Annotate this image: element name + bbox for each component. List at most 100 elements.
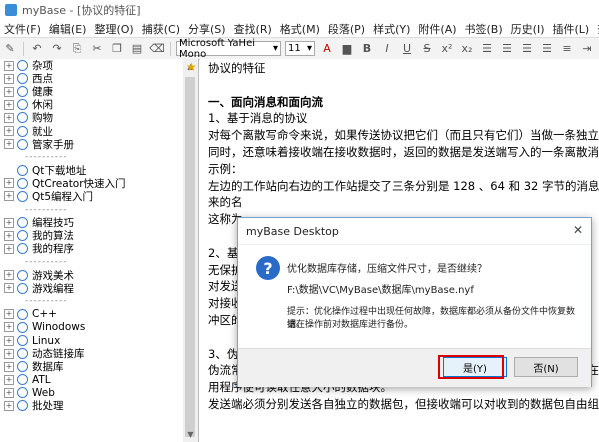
tree-item[interactable]: ---------- <box>0 255 183 268</box>
expand-icon[interactable]: + <box>4 400 14 411</box>
expand-icon[interactable]: + <box>4 361 14 372</box>
menu-item[interactable]: 查看(V) <box>593 21 599 37</box>
font-size-select[interactable]: 11 ▾ <box>285 41 315 56</box>
tree-item[interactable]: + 就业 <box>0 124 183 138</box>
tree-item[interactable]: + Linux <box>0 334 183 347</box>
align-right-icon[interactable]: ☰ <box>520 42 534 56</box>
tree-item[interactable]: + 批处理 <box>0 399 183 412</box>
expand-icon[interactable]: + <box>4 270 14 281</box>
superscript-icon[interactable]: x² <box>440 42 454 56</box>
menu-item[interactable]: 插件(L) <box>548 21 593 37</box>
tree-item[interactable]: + 管家手册 <box>0 138 183 151</box>
tree-item[interactable]: + Winodows <box>0 321 183 334</box>
undo-icon[interactable]: ↶ <box>30 42 44 56</box>
font-color-icon[interactable]: A <box>320 42 334 56</box>
italic-icon[interactable]: I <box>380 42 394 56</box>
indent-icon[interactable]: ⇥ <box>580 42 594 56</box>
menu-item[interactable]: 样式(Y) <box>369 21 414 37</box>
dialog-footer: 是(Y) 否(N) <box>238 348 591 387</box>
dialog-question: 优化数据库存储，压缩文件尺寸，是否继续？ <box>287 264 487 275</box>
strikethrough-icon[interactable]: S <box>420 42 434 56</box>
scroll-down-icon[interactable]: ▼ <box>183 427 198 442</box>
menu-item[interactable]: 书签(B) <box>461 21 507 37</box>
tree-scrollbar[interactable]: ▲ ▼ <box>183 59 199 442</box>
expand-icon[interactable]: + <box>4 335 14 346</box>
bold-icon[interactable]: B <box>360 42 374 56</box>
tree-item[interactable]: + ATL <box>0 373 183 386</box>
subscript-icon[interactable]: x₂ <box>460 42 474 56</box>
menu-item[interactable]: 文件(F) <box>0 21 45 37</box>
confirm-dialog: myBase Desktop ✕ ? 优化数据库存储，压缩文件尺寸，是否继续？ … <box>237 217 592 387</box>
tree-item[interactable]: + 编程技巧 <box>0 216 183 229</box>
close-icon[interactable]: ✕ <box>571 223 585 237</box>
tree-item[interactable]: ---------- <box>0 203 183 216</box>
expand-icon[interactable]: + <box>4 126 14 137</box>
tree-item[interactable]: + 游戏美术 <box>0 269 183 282</box>
expand-icon[interactable]: + <box>4 348 14 359</box>
tree-separator: ---------- <box>25 204 68 215</box>
tree-item[interactable]: + 动态链接库 <box>0 347 183 360</box>
font-select[interactable]: Microsoft YaHei Mono ▾ <box>176 38 281 59</box>
expand-icon[interactable]: + <box>4 178 14 189</box>
expand-icon[interactable]: + <box>4 283 14 294</box>
menu-item[interactable]: 编辑(E) <box>45 21 91 37</box>
expand-icon[interactable]: + <box>4 309 14 320</box>
expand-icon[interactable]: + <box>4 60 14 71</box>
copy-icon[interactable]: ❐ <box>110 42 124 56</box>
expand-icon[interactable]: + <box>4 112 14 123</box>
tree-item[interactable]: + C++ <box>0 308 183 321</box>
expand-icon[interactable]: + <box>4 73 14 84</box>
scrollbar-thumb[interactable] <box>185 77 195 437</box>
tree-item[interactable]: + 数据库 <box>0 360 183 373</box>
expand-icon[interactable]: + <box>4 374 14 385</box>
menu-item[interactable]: 段落(P) <box>324 21 369 37</box>
pen-icon[interactable]: ✎ <box>3 42 17 56</box>
expand-icon[interactable]: + <box>4 99 14 110</box>
tree-item[interactable]: + Qt5编程入门 <box>0 190 183 203</box>
menu-item[interactable]: 查找(R) <box>230 21 276 37</box>
expand-icon[interactable]: + <box>4 387 14 398</box>
expand-icon[interactable]: + <box>4 243 14 254</box>
expand-icon[interactable]: + <box>4 86 14 97</box>
tree-item[interactable]: + 游戏编程 <box>0 282 183 295</box>
menu-item[interactable]: 格式(M) <box>276 21 324 37</box>
tree-item[interactable]: + 我的算法 <box>0 229 183 242</box>
tree-item[interactable]: Qt下载地址 <box>0 164 183 177</box>
no-button[interactable]: 否(N) <box>514 357 578 377</box>
align-center-icon[interactable]: ☰ <box>500 42 514 56</box>
expand-icon[interactable]: + <box>4 139 14 150</box>
align-left-icon[interactable]: ☰ <box>480 42 494 56</box>
tree-item[interactable]: + 西点 <box>0 72 183 85</box>
menu-item[interactable]: 历史(I) <box>507 21 549 37</box>
justify-icon[interactable]: ☰ <box>540 42 554 56</box>
menu-item[interactable]: 分享(S) <box>184 21 230 37</box>
menu-item[interactable]: 捕获(C) <box>138 21 184 37</box>
redo-icon[interactable]: ↷ <box>50 42 64 56</box>
highlight-icon[interactable]: ▆ <box>340 42 354 56</box>
eraser-icon[interactable]: ⌫ <box>149 42 165 56</box>
underline-icon[interactable]: U <box>400 42 414 56</box>
tree-item[interactable]: + 杂项 <box>0 59 183 72</box>
tree-item[interactable]: + Web <box>0 386 183 399</box>
node-icon <box>17 230 28 242</box>
expand-icon[interactable]: + <box>4 322 14 333</box>
tree-item[interactable]: + 我的程序 <box>0 242 183 255</box>
tree-item[interactable]: + QtCreator快速入门 <box>0 177 183 190</box>
star-icon[interactable]: ★ <box>186 60 197 74</box>
tree-item[interactable]: + 购物 <box>0 111 183 124</box>
cut-icon[interactable]: ✂ <box>90 42 104 56</box>
tree-item[interactable]: ---------- <box>0 151 183 164</box>
paste-icon[interactable]: ▤ <box>130 42 144 56</box>
menu-item[interactable]: 附件(A) <box>414 21 460 37</box>
tree-item[interactable]: + 休闲 <box>0 98 183 111</box>
copy-format-icon[interactable]: ⎘ <box>70 42 84 56</box>
tree-item[interactable]: + 健康 <box>0 85 183 98</box>
expand-icon[interactable]: + <box>4 230 14 241</box>
tree-item-label: 批处理 <box>32 400 64 413</box>
expand-icon[interactable]: + <box>4 217 14 228</box>
expand-icon[interactable]: + <box>4 191 14 202</box>
tree-item[interactable]: ---------- <box>0 295 183 308</box>
tree-item-label: Qt5编程入门 <box>32 190 94 203</box>
menu-item[interactable]: 整理(O) <box>90 21 137 37</box>
bullet-list-icon[interactable]: ≡ <box>560 42 574 56</box>
